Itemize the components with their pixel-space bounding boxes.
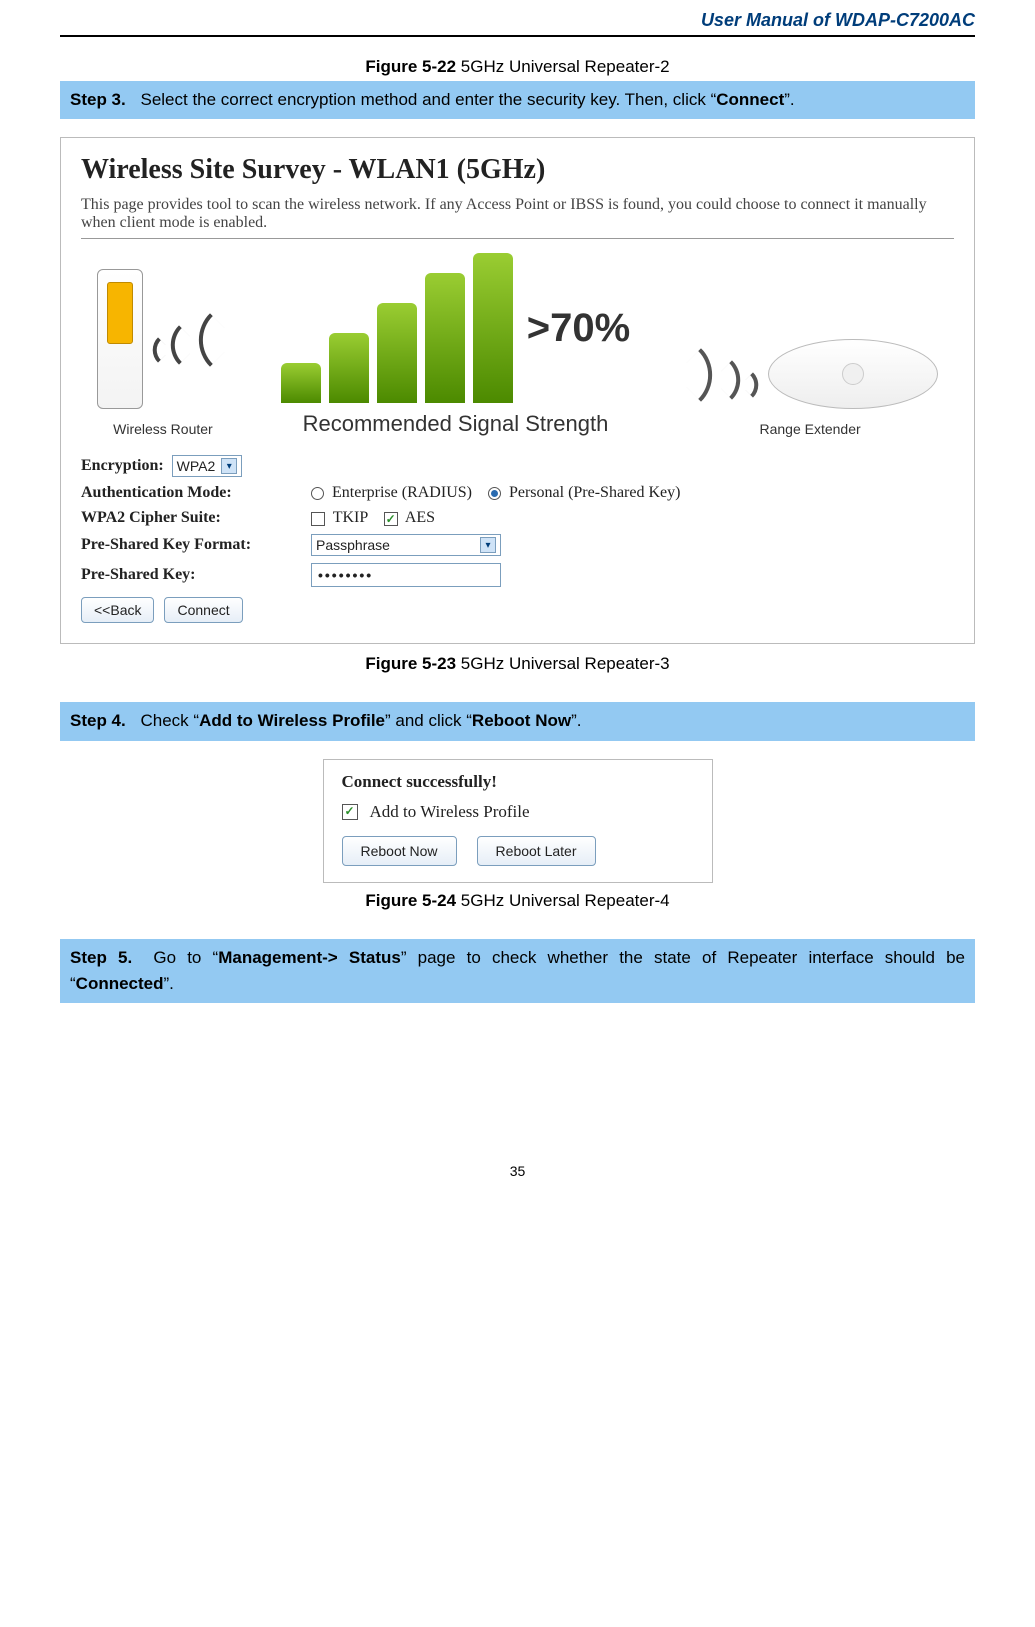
survey-desc: This page provides tool to scan the wire… <box>81 196 954 232</box>
cipher-checkbox-aes[interactable] <box>384 512 398 526</box>
step-5-label: Step 5. <box>70 948 142 967</box>
extender-icon <box>768 339 938 409</box>
step-3-post: ”. <box>784 90 794 109</box>
signal-waves-left-icon <box>682 356 762 399</box>
cipher-label: WPA2 Cipher Suite: <box>81 509 311 527</box>
figure-22-caption: Figure 5-22 5GHz Universal Repeater-2 <box>60 57 975 77</box>
figure-24-label: Figure 5-24 <box>365 891 456 910</box>
extender-column: Range Extender <box>682 339 938 437</box>
survey-form: Encryption: WPA2 ▾ Authentication Mode: … <box>81 455 954 623</box>
signal-diagram: Wireless Router >70% Recommended Signal … <box>81 253 954 437</box>
survey-divider <box>81 238 954 239</box>
reboot-later-button[interactable]: Reboot Later <box>477 836 596 866</box>
doc-header: User Manual of WDAP-C7200AC <box>0 0 1035 35</box>
step-4-bold2: Reboot Now <box>472 711 571 730</box>
step-5-pre: Go to “ <box>153 948 218 967</box>
signal-percent: >70% <box>527 306 630 351</box>
signal-waves-right-icon <box>149 321 229 364</box>
step-4-pre: Check “ <box>140 711 199 730</box>
pskfmt-value: Passphrase <box>316 537 390 553</box>
router-icon <box>97 269 143 409</box>
auth-opt-enterprise: Enterprise (RADIUS) <box>332 484 472 501</box>
encryption-value: WPA2 <box>177 458 216 474</box>
connect-success-screenshot: Connect successfully! Add to Wireless Pr… <box>323 759 713 883</box>
signal-bars-column: >70% Recommended Signal Strength <box>281 253 630 437</box>
auth-radio-enterprise[interactable] <box>311 487 324 500</box>
step-4-label: Step 4. <box>70 711 136 730</box>
step-4-mid: ” and click “ <box>385 711 472 730</box>
psk-input[interactable]: •••••••• <box>311 563 501 587</box>
reboot-now-button[interactable]: Reboot Now <box>342 836 457 866</box>
auth-label: Authentication Mode: <box>81 484 311 502</box>
figure-24-caption: Figure 5-24 5GHz Universal Repeater-4 <box>60 891 975 911</box>
step-5-post: ”. <box>164 974 174 993</box>
pskfmt-label: Pre-Shared Key Format: <box>81 536 311 554</box>
auth-radio-personal[interactable] <box>488 487 501 500</box>
figure-23-label: Figure 5-23 <box>365 654 456 673</box>
figure-22-text: 5GHz Universal Repeater-2 <box>456 57 670 76</box>
chevron-down-icon: ▾ <box>221 458 237 474</box>
figure-22-label: Figure 5-22 <box>365 57 456 76</box>
step-4-box: Step 4. Check “Add to Wireless Profile” … <box>60 702 975 740</box>
connect-success-title: Connect successfully! <box>342 772 694 792</box>
encryption-select[interactable]: WPA2 ▾ <box>172 455 243 477</box>
figure-23-caption: Figure 5-23 5GHz Universal Repeater-3 <box>60 654 975 674</box>
recommended-label: Recommended Signal Strength <box>281 411 630 437</box>
encryption-label: Encryption: <box>81 457 164 475</box>
step-3-label: Step 3. <box>70 90 136 109</box>
step-3-box: Step 3. Select the correct encryption me… <box>60 81 975 119</box>
cipher-checkbox-tkip[interactable] <box>311 512 325 526</box>
step-5-bold1: Management-> Status <box>218 948 401 967</box>
chevron-down-icon: ▾ <box>480 537 496 553</box>
cipher-opt-aes: AES <box>405 509 435 526</box>
auth-opt-personal: Personal (Pre-Shared Key) <box>509 484 681 501</box>
add-profile-checkbox[interactable] <box>342 804 358 820</box>
step-5-bold2: Connected <box>76 974 164 993</box>
step-3-pre: Select the correct encryption method and… <box>140 90 716 109</box>
survey-heading: Wireless Site Survey - WLAN1 (5GHz) <box>81 154 954 186</box>
figure-24-text: 5GHz Universal Repeater-4 <box>456 891 670 910</box>
back-button[interactable]: <<Back <box>81 597 154 623</box>
site-survey-screenshot: Wireless Site Survey - WLAN1 (5GHz) This… <box>60 137 975 644</box>
step-5-box: Step 5. Go to “Management-> Status” page… <box>60 939 975 1004</box>
psk-label: Pre-Shared Key: <box>81 566 311 584</box>
router-column: Wireless Router <box>97 269 229 437</box>
extender-label: Range Extender <box>682 421 938 437</box>
cipher-opt-tkip: TKIP <box>333 509 368 526</box>
header-rule <box>60 35 975 37</box>
add-profile-label: Add to Wireless Profile <box>370 802 530 822</box>
connect-button[interactable]: Connect <box>164 597 242 623</box>
router-label: Wireless Router <box>97 421 229 437</box>
signal-bars-icon <box>281 253 513 403</box>
step-4-post: ”. <box>571 711 581 730</box>
page-number: 35 <box>60 1163 975 1179</box>
figure-23-text: 5GHz Universal Repeater-3 <box>456 654 670 673</box>
pskfmt-select[interactable]: Passphrase ▾ <box>311 534 501 556</box>
step-4-bold1: Add to Wireless Profile <box>199 711 385 730</box>
step-3-bold: Connect <box>716 90 784 109</box>
